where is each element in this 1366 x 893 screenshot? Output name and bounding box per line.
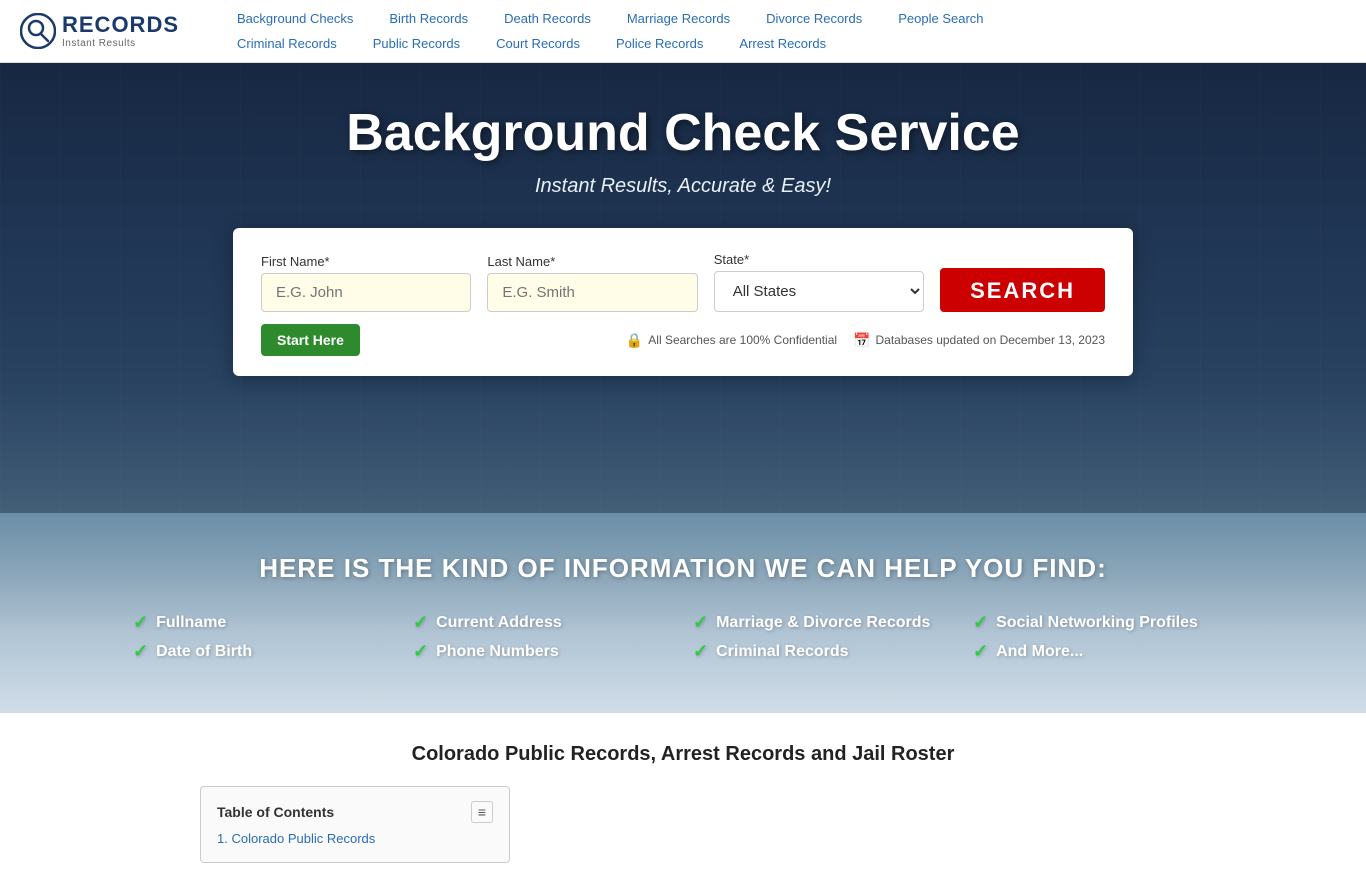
toc-header: Table of Contents ≡ xyxy=(217,801,493,823)
search-fields: First Name* Last Name* State* All States… xyxy=(261,252,1105,312)
nav-divorce-records[interactable]: Divorce Records xyxy=(748,8,880,29)
hero-section: Background Check Service Instant Results… xyxy=(0,63,1366,513)
search-footer: Start Here 🔒 All Searches are 100% Confi… xyxy=(261,324,1105,356)
info-item-label: Current Address xyxy=(436,614,562,632)
info-item: ✓ Social Networking Profiles xyxy=(973,612,1233,633)
check-icon: ✓ xyxy=(413,612,428,633)
check-icon: ✓ xyxy=(133,641,148,662)
toc-item[interactable]: 1. Colorado Public Records xyxy=(217,829,493,848)
lock-icon: 🔒 xyxy=(626,332,643,349)
info-title: HERE IS THE KIND OF INFORMATION WE CAN H… xyxy=(60,553,1306,584)
nav-background-checks[interactable]: Background Checks xyxy=(219,8,371,29)
info-item: ✓ Marriage & Divorce Records xyxy=(693,612,953,633)
info-item: ✓ Criminal Records xyxy=(693,641,953,662)
state-label: State* xyxy=(714,252,924,267)
logo-records-text: RECORDS xyxy=(62,13,179,37)
nav-row-2: Criminal RecordsPublic RecordsCourt Reco… xyxy=(219,33,1346,54)
header: RECORDS Instant Results Background Check… xyxy=(0,0,1366,63)
last-name-group: Last Name* xyxy=(487,254,697,312)
logo-tagline: Instant Results xyxy=(62,38,179,49)
first-name-label: First Name* xyxy=(261,254,471,269)
check-icon: ✓ xyxy=(413,641,428,662)
nav-death-records[interactable]: Death Records xyxy=(486,8,609,29)
info-item: ✓ Date of Birth xyxy=(133,641,393,662)
info-item-label: And More... xyxy=(996,643,1083,661)
search-button[interactable]: SEARCH xyxy=(940,268,1105,312)
logo-icon xyxy=(20,13,56,49)
calendar-icon: 📅 xyxy=(853,332,870,349)
check-icon: ✓ xyxy=(693,612,708,633)
first-name-input[interactable] xyxy=(261,273,471,312)
info-item-label: Social Networking Profiles xyxy=(996,614,1198,632)
nav-court-records[interactable]: Court Records xyxy=(478,33,598,54)
hero-title: Background Check Service xyxy=(346,103,1019,163)
info-item: ✓ And More... xyxy=(973,641,1233,662)
nav-arrest-records[interactable]: Arrest Records xyxy=(721,33,844,54)
search-notes: 🔒 All Searches are 100% Confidential 📅 D… xyxy=(626,332,1105,349)
confidential-note: 🔒 All Searches are 100% Confidential xyxy=(626,332,837,349)
info-item: ✓ Current Address xyxy=(413,612,673,633)
check-icon: ✓ xyxy=(133,612,148,633)
last-name-label: Last Name* xyxy=(487,254,697,269)
start-here-button[interactable]: Start Here xyxy=(261,324,360,356)
nav-people-search[interactable]: People Search xyxy=(880,8,1001,29)
check-icon: ✓ xyxy=(693,641,708,662)
info-item-label: Date of Birth xyxy=(156,643,252,661)
db-update-note: 📅 Databases updated on December 13, 2023 xyxy=(853,332,1105,349)
info-item: ✓ Phone Numbers xyxy=(413,641,673,662)
info-section: HERE IS THE KIND OF INFORMATION WE CAN H… xyxy=(0,513,1366,713)
logo[interactable]: RECORDS Instant Results xyxy=(20,13,179,49)
toc-toggle-button[interactable]: ≡ xyxy=(471,801,493,823)
info-grid: ✓ Fullname ✓ Current Address ✓ Marriage & Div… xyxy=(133,612,1233,662)
nav-birth-records[interactable]: Birth Records xyxy=(371,8,486,29)
toc-items: 1. Colorado Public Records xyxy=(217,829,493,848)
toc-box: Table of Contents ≡ 1. Colorado Public R… xyxy=(200,786,510,863)
db-update-text: Databases updated on December 13, 2023 xyxy=(876,333,1106,347)
search-box: First Name* Last Name* State* All States… xyxy=(233,228,1133,376)
nav-public-records[interactable]: Public Records xyxy=(355,33,478,54)
info-item-label: Phone Numbers xyxy=(436,643,559,661)
toc-label: Table of Contents xyxy=(217,804,334,820)
nav-marriage-records[interactable]: Marriage Records xyxy=(609,8,748,29)
nav-police-records[interactable]: Police Records xyxy=(598,33,721,54)
first-name-group: First Name* xyxy=(261,254,471,312)
info-item-label: Criminal Records xyxy=(716,643,848,661)
info-item-label: Fullname xyxy=(156,614,226,632)
confidential-text: All Searches are 100% Confidential xyxy=(648,333,837,347)
nav-criminal-records[interactable]: Criminal Records xyxy=(219,33,355,54)
check-icon: ✓ xyxy=(973,641,988,662)
last-name-input[interactable] xyxy=(487,273,697,312)
state-group: State* All StatesAlabamaAlaskaArizonaArk… xyxy=(714,252,924,312)
state-select[interactable]: All StatesAlabamaAlaskaArizonaArkansasCa… xyxy=(714,271,924,312)
check-icon: ✓ xyxy=(973,612,988,633)
nav-row-1: Background ChecksBirth RecordsDeath Reco… xyxy=(219,8,1346,29)
logo-text: RECORDS Instant Results xyxy=(62,13,179,48)
content-section: Colorado Public Records, Arrest Records … xyxy=(0,713,1366,893)
info-item: ✓ Fullname xyxy=(133,612,393,633)
hero-subtitle: Instant Results, Accurate & Easy! xyxy=(535,175,831,198)
content-title: Colorado Public Records, Arrest Records … xyxy=(200,743,1166,766)
navigation: Background ChecksBirth RecordsDeath Reco… xyxy=(219,8,1346,54)
info-item-label: Marriage & Divorce Records xyxy=(716,614,930,632)
